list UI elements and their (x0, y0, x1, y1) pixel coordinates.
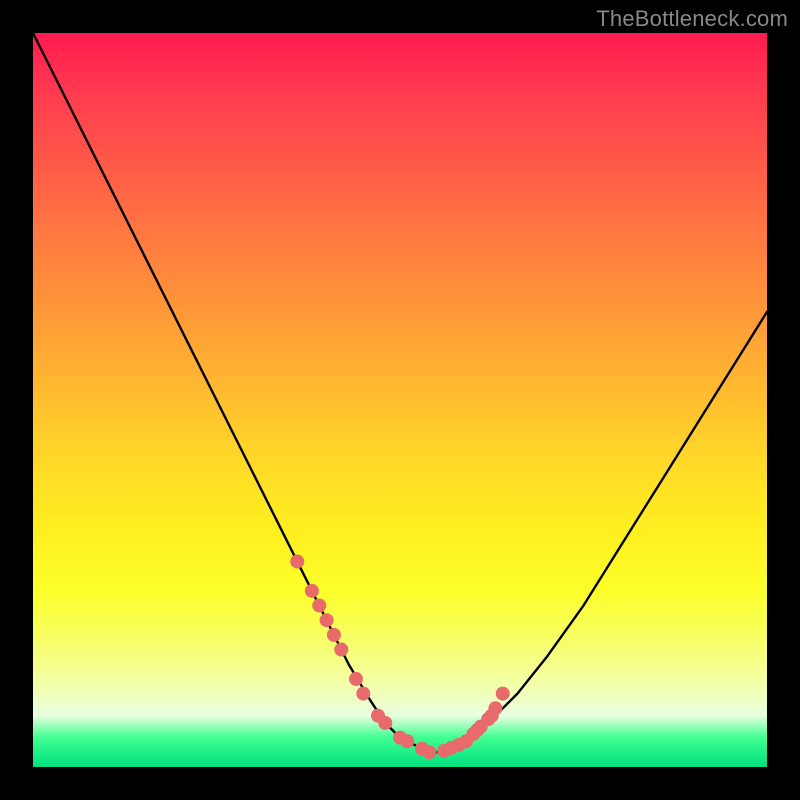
marker-dot (320, 613, 334, 627)
plot-area (33, 33, 767, 767)
bottleneck-curve (33, 33, 767, 752)
marker-dot (400, 734, 414, 748)
marker-dot (305, 584, 319, 598)
watermark-text: TheBottleneck.com (596, 6, 788, 32)
marker-dot (356, 687, 370, 701)
chart-svg (33, 33, 767, 767)
marker-dot (459, 734, 473, 748)
marker-dot (327, 628, 341, 642)
marker-dot (378, 716, 392, 730)
marker-dot (334, 643, 348, 657)
chart-frame: TheBottleneck.com (0, 0, 800, 800)
marker-dot (470, 723, 484, 737)
marker-dot (349, 672, 363, 686)
marker-dot (444, 741, 458, 755)
marker-dot (496, 687, 510, 701)
marker-dot (485, 709, 499, 723)
marker-dot (422, 745, 436, 759)
marker-dot (290, 554, 304, 568)
marker-dot (312, 599, 326, 613)
hardware-points (290, 554, 510, 759)
